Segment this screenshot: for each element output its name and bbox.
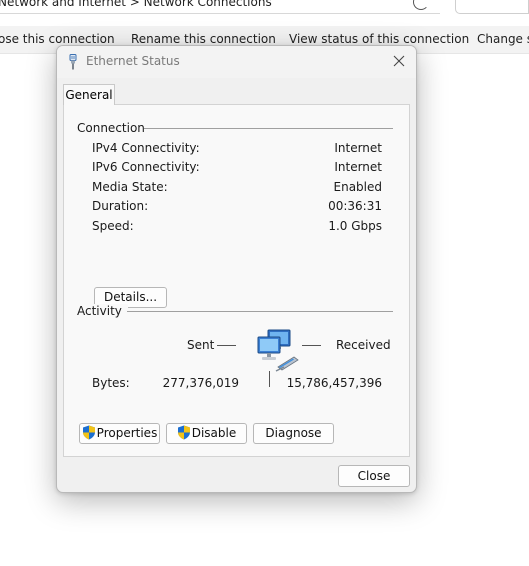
uac-shield-icon <box>82 425 95 440</box>
diagnose-button[interactable]: Diagnose <box>253 423 334 444</box>
bytes-sent-value: 277,376,019 <box>162 376 239 390</box>
title-bar[interactable]: Ethernet Status <box>57 46 416 78</box>
ethernet-status-dialog: Ethernet Status Connection IPv4 Connecti… <box>56 45 417 493</box>
activity-divider <box>127 311 393 312</box>
properties-label: Properties <box>96 426 158 440</box>
bytes-label: Bytes: <box>92 376 130 390</box>
uac-shield-icon <box>177 425 190 440</box>
duration-label: Duration: <box>92 199 149 213</box>
close-button[interactable]: Close <box>338 465 410 487</box>
dialog-title: Ethernet Status <box>86 54 180 68</box>
view-status-command[interactable]: View status of this connection <box>289 32 469 46</box>
duration-value: 00:36:31 <box>328 199 382 213</box>
speed-label: Speed: <box>92 219 134 233</box>
change-settings-command[interactable]: Change se <box>477 32 529 46</box>
bytes-separator <box>269 371 270 387</box>
sent-dash <box>217 345 236 346</box>
disable-label: Disable <box>191 426 237 440</box>
rename-connection-command[interactable]: Rename this connection <box>131 32 276 46</box>
search-box[interactable] <box>455 0 529 14</box>
ipv4-label: IPv4 Connectivity: <box>92 141 200 155</box>
close-icon[interactable] <box>390 52 408 70</box>
refresh-icon[interactable] <box>413 0 429 10</box>
speed-value: 1.0 Gbps <box>328 219 382 233</box>
network-computers-icon <box>257 329 299 372</box>
tab-general[interactable]: General <box>63 84 115 105</box>
properties-button[interactable]: Properties <box>79 423 160 444</box>
connection-divider <box>144 128 393 129</box>
ipv4-value: Internet <box>334 141 382 155</box>
close-connection-command[interactable]: ose this connection <box>0 32 115 46</box>
media-state-value: Enabled <box>333 180 383 194</box>
ipv6-value: Internet <box>334 160 382 174</box>
ipv6-label: IPv6 Connectivity: <box>92 160 200 174</box>
general-tab-panel: Connection IPv4 Connectivity: Internet I… <box>63 104 410 457</box>
disable-button[interactable]: Disable <box>166 423 247 444</box>
ethernet-plug-icon <box>69 54 77 70</box>
media-state-label: Media State: <box>92 180 168 194</box>
bytes-received-value: 15,786,457,396 <box>286 376 382 390</box>
activity-group-label: Activity <box>77 304 128 318</box>
received-dash <box>302 345 321 346</box>
connection-group-label: Connection <box>77 121 151 135</box>
breadcrumb: Network and Internet > Network Connectio… <box>0 0 272 9</box>
received-label: Received <box>336 338 391 352</box>
sent-label: Sent <box>187 338 215 352</box>
address-bar[interactable]: Network and Internet > Network Connectio… <box>0 0 440 14</box>
